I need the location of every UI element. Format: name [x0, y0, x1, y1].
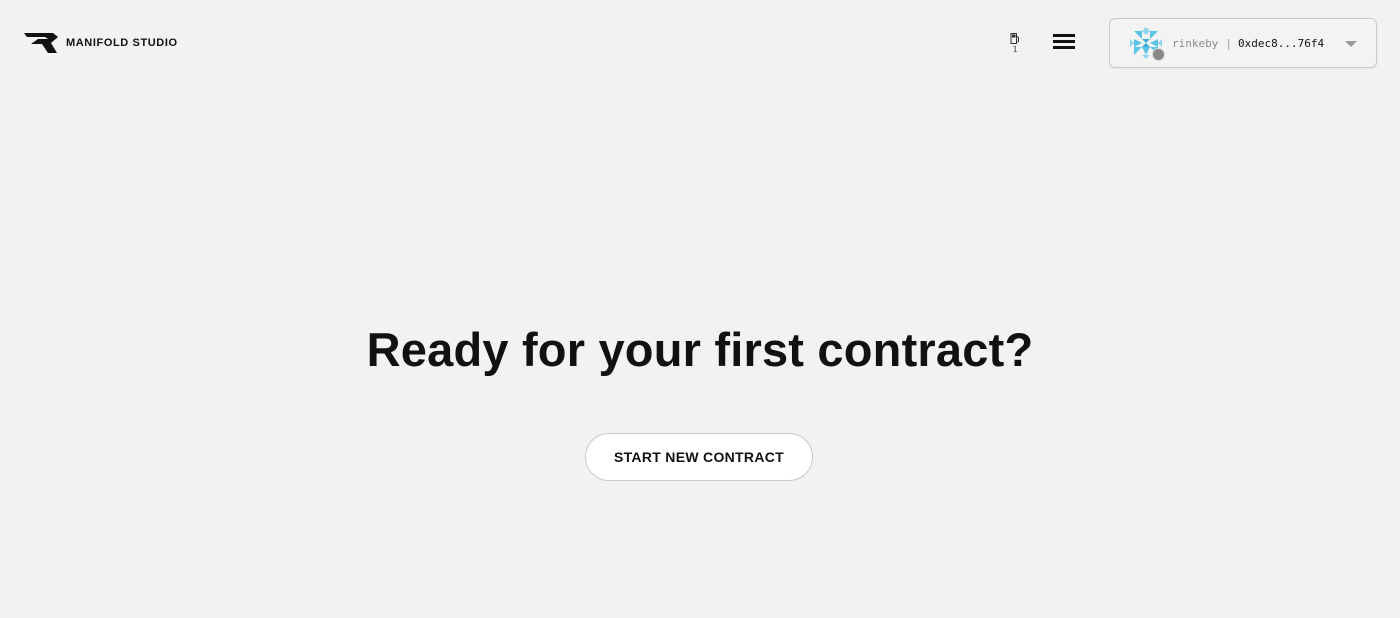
avatar [1130, 27, 1165, 61]
wallet-separator: | [1225, 36, 1232, 50]
gas-count: 1 [1012, 45, 1018, 54]
wallet-address: 0xdec8...76f4 [1237, 36, 1325, 50]
gas-pump-icon [1010, 33, 1019, 44]
manifold-logo-icon [24, 33, 58, 53]
header: MANIFOLD STUDIO 1 rinkeby | 0xdec8...76f… [0, 0, 1400, 88]
wallet-selector[interactable]: rinkeby | 0xdec8...76f4 [1109, 18, 1377, 68]
wallet-network: rinkeby [1172, 36, 1219, 50]
page-title: Ready for your first contract? [366, 323, 1034, 376]
chevron-down-icon[interactable] [1345, 41, 1357, 47]
gas-indicator[interactable]: 1 [1004, 33, 1026, 54]
hamburger-menu-icon [1053, 34, 1075, 37]
connection-status-dot [1152, 48, 1165, 61]
brand-name: MANIFOLD STUDIO [66, 37, 178, 49]
start-new-contract-button[interactable]: START NEW CONTRACT [585, 433, 813, 481]
menu-button[interactable] [1050, 31, 1078, 55]
brand-home-link[interactable]: MANIFOLD STUDIO [24, 33, 178, 53]
